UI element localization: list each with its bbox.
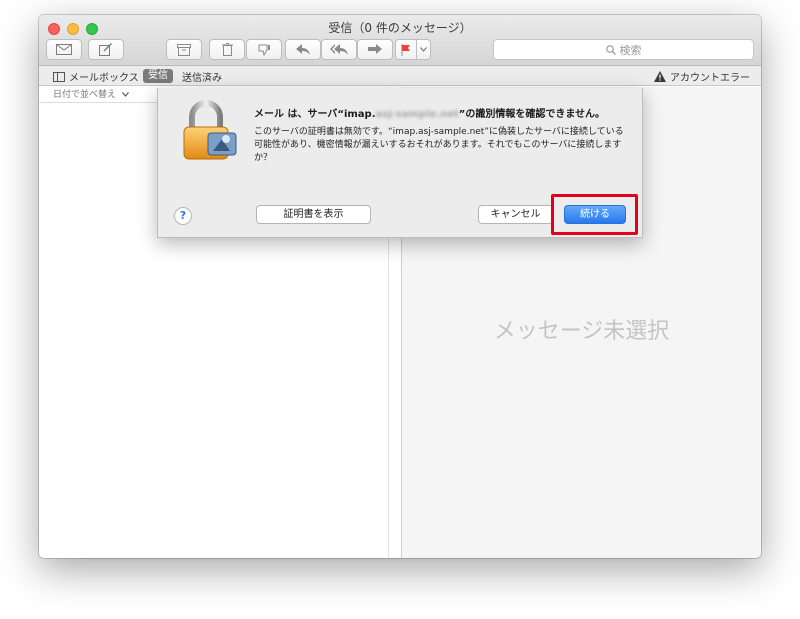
no-message-selected-text: メッセージ未選択 <box>493 319 670 344</box>
sort-label: 日付で並べ替え <box>53 90 117 100</box>
mailboxes-label: メールボックス <box>69 73 139 84</box>
favorite-sent[interactable]: 送信済み <box>182 69 222 84</box>
continue-button-highlight <box>551 194 638 235</box>
flag-button[interactable] <box>395 39 417 60</box>
chevron-down-icon <box>420 47 427 52</box>
archive-icon <box>177 43 191 56</box>
envelope-icon <box>56 44 72 55</box>
compose-icon <box>99 43 112 56</box>
sent-label: 送信済み <box>182 73 222 84</box>
forward-icon <box>368 44 382 54</box>
reply-all-button[interactable] <box>321 39 357 60</box>
help-button[interactable]: ? <box>174 207 192 225</box>
forward-button[interactable] <box>357 39 393 60</box>
search-icon <box>605 44 616 55</box>
lock-icon <box>183 100 237 160</box>
account-error-label: アカウントエラー <box>670 73 750 84</box>
trash-icon <box>221 43 233 56</box>
reply-all-icon <box>330 44 348 55</box>
window-title: 受信（0 件のメッセージ） <box>328 21 472 35</box>
favorite-inbox[interactable]: 受信 <box>143 69 173 83</box>
show-certificate-button[interactable]: 証明書を表示 <box>256 205 371 224</box>
dialog-title-hostname: asj-sample.net <box>375 109 459 120</box>
sidebar-icon <box>53 71 65 82</box>
dialog-title-suffix: ”の識別情報を確認できません。 <box>458 109 606 120</box>
compose-button[interactable] <box>88 39 124 60</box>
warning-icon <box>654 71 666 82</box>
reply-button[interactable] <box>285 39 321 60</box>
search-input[interactable]: 検索 <box>493 39 754 60</box>
cancel-button[interactable]: キャンセル <box>478 205 553 224</box>
dialog-title: メール は、サーバ“imap.asj-sample.net”の識別情報を確認でき… <box>254 105 634 120</box>
dialog-title-prefix: メール は、サーバ“imap. <box>254 109 376 120</box>
favorites-bar: メールボックス 受信 送信済み アカウントエラー <box>39 66 761 86</box>
junk-icon <box>258 44 270 56</box>
account-error-indicator[interactable]: アカウントエラー <box>654 69 750 84</box>
mailboxes-toggle[interactable]: メールボックス <box>53 69 139 84</box>
title-bar: 受信（0 件のメッセージ） 検索 <box>39 15 761 66</box>
flag-menu-button[interactable] <box>417 39 431 60</box>
archive-button[interactable] <box>166 39 202 60</box>
chevron-down-icon <box>121 92 129 97</box>
dialog-message: このサーバの証明書は無効です。“imap.asj-sample.net”に偽装し… <box>254 127 624 163</box>
flag-icon <box>401 43 410 56</box>
delete-button[interactable] <box>209 39 245 60</box>
get-mail-button[interactable] <box>46 39 82 60</box>
reply-icon <box>296 44 310 55</box>
search-placeholder: 検索 <box>619 43 642 57</box>
junk-button[interactable] <box>246 39 282 60</box>
